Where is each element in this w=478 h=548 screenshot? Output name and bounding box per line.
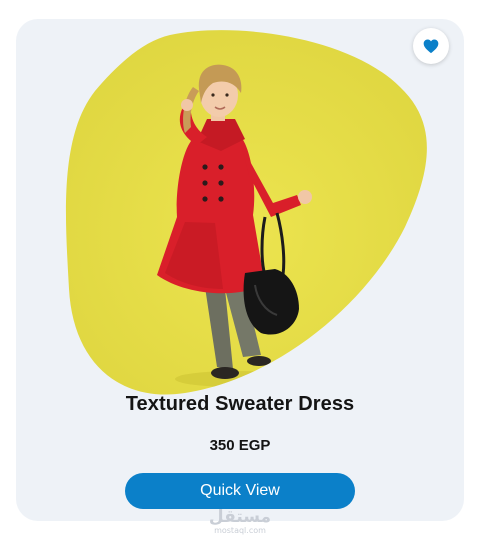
watermark-domain: mostaql.com	[214, 526, 266, 535]
favorite-button[interactable]	[413, 28, 449, 64]
quick-view-button[interactable]: Quick View	[125, 473, 355, 509]
product-image[interactable]	[65, 27, 433, 399]
product-price: 350 EGP	[209, 437, 271, 454]
product-card: Textured Sweater Dress 350 EGP Quick Vie…	[16, 19, 464, 521]
heart-icon	[423, 39, 439, 53]
watermark-arabic: مستقل	[208, 507, 272, 527]
watermark: مستقل mostaql.com	[200, 508, 280, 536]
product-title: Textured Sweater Dress	[125, 393, 355, 415]
